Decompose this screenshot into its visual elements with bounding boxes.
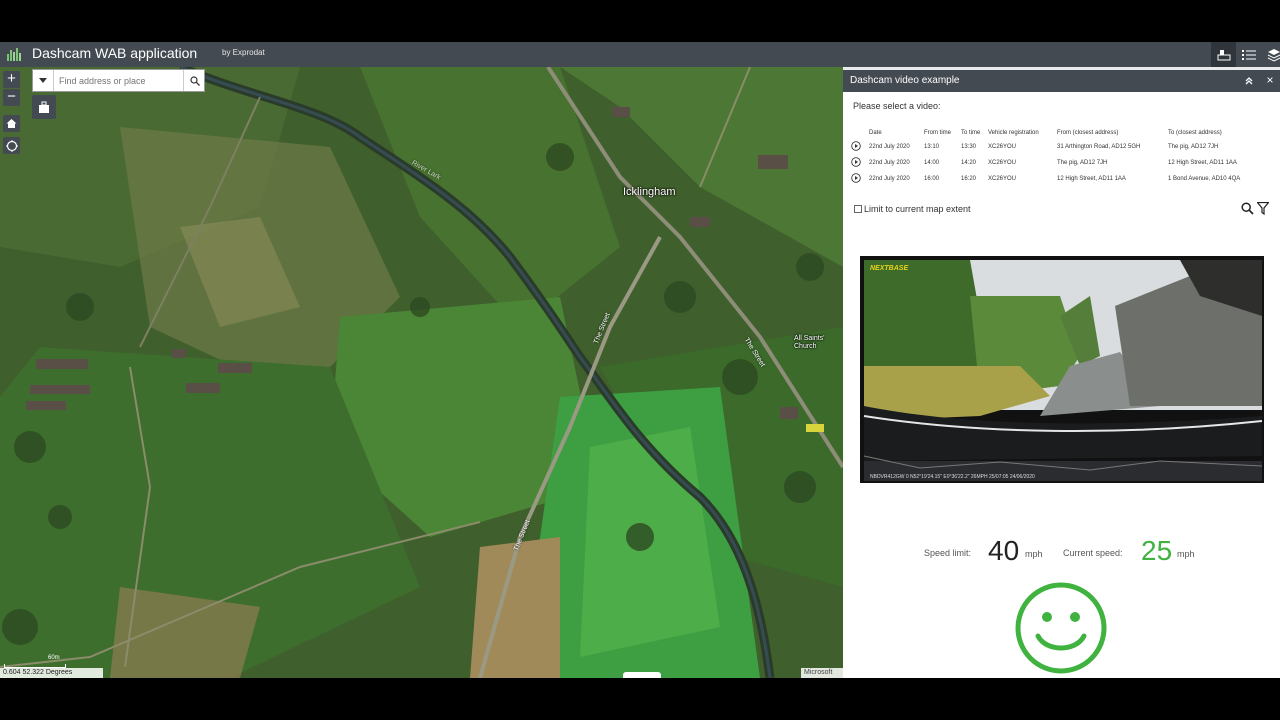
close-panel-button[interactable]: × [1264, 73, 1276, 87]
coordinate-readout: 0.604 52.322 Degrees [0, 668, 103, 678]
column-header-from-time: From time [924, 130, 951, 136]
table-cell: 16:20 [961, 176, 977, 182]
current-speed-unit: mph [1177, 549, 1195, 559]
my-location-button[interactable] [3, 137, 20, 154]
search-icon [1241, 202, 1254, 215]
table-cell: 12 High Street, AD11 1AA [1168, 160, 1237, 166]
table-cell: 14:20 [961, 160, 977, 166]
search-input[interactable] [55, 70, 189, 91]
limit-extent-checkbox[interactable] [854, 205, 862, 213]
column-header-from-address: From (closest address) [1057, 130, 1119, 136]
table-cell: XC26YOU [988, 176, 1017, 182]
locate-icon [5, 139, 18, 152]
app-logo-icon [6, 46, 22, 62]
table-cell: 1 Bond Avenue, AD10 4QA [1168, 176, 1241, 182]
map-view[interactable]: Icklingham All Saints' Church The Street… [0, 67, 843, 678]
video-telemetry-overlay: NBDVR412GW 0 N52°19'24.15" E0°36'22.2" 2… [870, 474, 1035, 480]
church-label: All Saints' Church [794, 335, 825, 351]
current-speed-label: Current speed: [1063, 548, 1123, 558]
dashcam-panel: Dashcam video example × Please select a … [843, 67, 1280, 678]
search-button[interactable] [183, 70, 205, 91]
app-subtitle: by Exprodat [222, 48, 265, 57]
panel-title: Dashcam video example [850, 75, 960, 86]
app-title: Dashcam WAB application [32, 45, 198, 61]
table-cell: XC26YOU [988, 160, 1017, 166]
table-cell: The pig, AD12 7JH [1168, 144, 1219, 150]
table-cell: 22nd July 2020 [869, 160, 910, 166]
layer-list-button[interactable] [1236, 42, 1261, 67]
video-frame-image [860, 256, 1264, 483]
table-cell: 12 High Street, AD11 1AA [1057, 176, 1126, 182]
church-label-line-2: Church [794, 343, 817, 350]
video-brand-watermark: NEXTBASE [870, 265, 909, 272]
search-icon [189, 75, 200, 86]
table-cell: 16:00 [924, 176, 940, 182]
attribute-table-button[interactable] [1211, 42, 1236, 67]
zoom-out-button[interactable]: − [3, 89, 20, 106]
speed-limit-label: Speed limit: [924, 548, 972, 558]
play-column-header [851, 127, 869, 139]
select-video-prompt: Please select a video: [853, 101, 941, 111]
table-cell: 31 Arthington Road, AD12 5GH [1057, 144, 1141, 150]
panel-header: Dashcam video example × [843, 70, 1280, 92]
play-circle-icon [851, 157, 861, 167]
table-cell: 13:10 [924, 144, 940, 150]
table-filter-button[interactable] [1256, 201, 1270, 220]
bottom-panel-tab[interactable] [623, 672, 661, 678]
satellite-imagery [0, 67, 843, 678]
play-video-button[interactable] [851, 171, 869, 187]
home-icon [6, 119, 17, 128]
table-header-row: Date From time To time Vehicle registrat… [851, 127, 1244, 139]
collapse-panel-button[interactable] [1243, 74, 1255, 88]
column-header-vehicle: Vehicle registration [988, 130, 1039, 136]
play-circle-icon [851, 173, 861, 183]
table-cell: 22nd July 2020 [869, 144, 910, 150]
caret-down-icon [39, 78, 47, 83]
zoom-in-button[interactable]: + [3, 71, 20, 88]
town-label: Icklingham [623, 186, 676, 198]
scale-label: 60m [48, 655, 60, 661]
dashcam-video-player[interactable]: NEXTBASE NBDVR412GW 0 N52°19'24.15" E0°3… [860, 256, 1264, 483]
search-widget [32, 69, 205, 92]
limit-extent-label[interactable]: Limit to current map extent [864, 204, 971, 214]
map-attribution: Microsoft [801, 668, 843, 678]
double-chevron-up-icon [1245, 77, 1253, 85]
table-row[interactable]: 22nd July 2020 13:10 13:30 XC26YOU 31 Ar… [851, 139, 1244, 155]
table-cell: 13:30 [961, 144, 977, 150]
layer-list-icon [1241, 49, 1256, 60]
play-video-button[interactable] [851, 139, 869, 155]
current-speed-value: 25 [1141, 535, 1173, 566]
filter-icon [1256, 201, 1270, 216]
column-header-date: Date [869, 130, 882, 136]
church-label-line-1: All Saints' [794, 335, 825, 342]
table-row[interactable]: 22nd July 2020 14:00 14:20 XC26YOU The p… [851, 155, 1244, 171]
speed-limit-unit: mph [1025, 549, 1043, 559]
table-search-button[interactable] [1241, 202, 1254, 220]
speed-limit-value: 40 [988, 535, 1020, 566]
column-header-to-address: To (closest address) [1168, 130, 1222, 136]
app-header: Dashcam WAB application by Exprodat [0, 42, 1280, 67]
home-button[interactable] [3, 115, 20, 132]
column-header-to-time: To time [961, 130, 981, 136]
briefcase-icon [39, 101, 49, 113]
play-video-button[interactable] [851, 155, 869, 171]
layers-icon [1267, 48, 1280, 62]
attribute-table-icon [1217, 49, 1230, 60]
basemap-gallery-button[interactable] [32, 95, 56, 119]
smiley-face-icon [1013, 580, 1109, 678]
table-cell: XC26YOU [988, 144, 1017, 150]
table-cell: 22nd July 2020 [869, 176, 910, 182]
table-cell: The pig, AD12 7JH [1057, 160, 1108, 166]
layers-button[interactable] [1261, 42, 1280, 67]
play-circle-icon [851, 141, 861, 151]
table-row[interactable]: 22nd July 2020 16:00 16:20 XC26YOU 12 Hi… [851, 171, 1244, 187]
coordinate-text: 0.604 52.322 Degrees [3, 669, 73, 676]
search-source-dropdown[interactable] [33, 70, 54, 91]
table-cell: 14:00 [924, 160, 940, 166]
video-table: Date From time To time Vehicle registrat… [851, 127, 1244, 187]
